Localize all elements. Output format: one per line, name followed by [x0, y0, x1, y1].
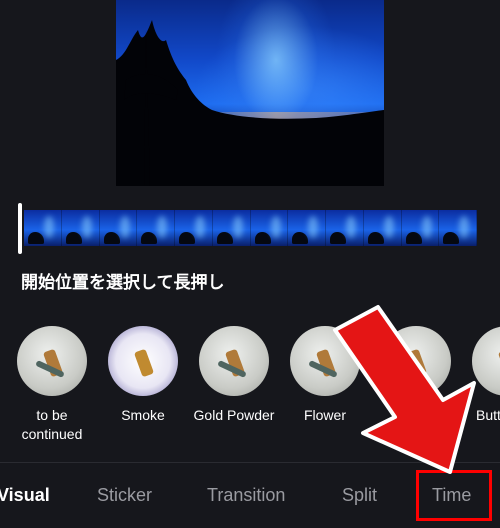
effect-item-butt[interactable]: Butt — [461, 326, 500, 425]
effect-thumb-butt-icon — [472, 326, 500, 396]
tree-silhouette-icon — [116, 20, 384, 186]
timeline-frame — [326, 210, 364, 246]
effect-label: Flower — [303, 407, 346, 423]
timeline-frame — [212, 210, 251, 246]
timeline-frame — [401, 210, 440, 246]
effect-label: Smoke — [121, 407, 165, 423]
effect-label: to be continued — [21, 407, 83, 442]
effect-thumb-to-be-continued-icon — [17, 326, 87, 396]
effects-editor-screen: 開始位置を選択して長押し to be continued Smoke Gold … — [0, 0, 500, 528]
tab-transition[interactable]: Transition — [207, 485, 285, 506]
effect-figure — [133, 348, 155, 378]
timeline-frame — [363, 210, 402, 246]
tab-visual[interactable]: Visual — [0, 485, 50, 506]
effect-thumb-flower-icon — [290, 326, 360, 396]
effect-item-gold-powder[interactable]: Gold Powder — [188, 326, 280, 425]
timeline-frame — [24, 210, 62, 246]
effect-label: Gold Powder — [193, 407, 275, 423]
effects-row: to be continued Smoke Gold Powder Flower — [0, 326, 500, 456]
effect-thumb-gold-powder-icon — [199, 326, 269, 396]
timeline-frame — [439, 210, 477, 246]
timeline-frame — [137, 210, 175, 246]
hint-text: 開始位置を選択して長押し — [21, 273, 225, 293]
effect-thumb-partial-icon — [381, 326, 451, 396]
effect-item-smoke[interactable]: Smoke — [97, 326, 189, 425]
effect-thumb-smoke-icon — [108, 326, 178, 396]
effect-item-partial[interactable] — [370, 326, 462, 406]
timeline-frame — [175, 210, 213, 246]
effect-label: Butt — [476, 407, 500, 423]
effect-item-to-be-continued[interactable]: to be continued — [6, 326, 98, 444]
timeline-frame — [99, 210, 138, 246]
effect-figure — [406, 348, 428, 378]
timeline-strip[interactable] — [24, 210, 477, 246]
effect-item-flower[interactable]: Flower — [279, 326, 371, 425]
timeline-frame — [61, 210, 100, 246]
tab-split[interactable]: Split — [342, 485, 377, 506]
timeline-frame — [250, 210, 289, 246]
annotation-highlight-box — [416, 470, 492, 521]
playhead-handle[interactable] — [18, 203, 22, 254]
video-preview — [116, 0, 384, 186]
tab-sticker[interactable]: Sticker — [97, 485, 152, 506]
timeline-frame — [288, 210, 326, 246]
